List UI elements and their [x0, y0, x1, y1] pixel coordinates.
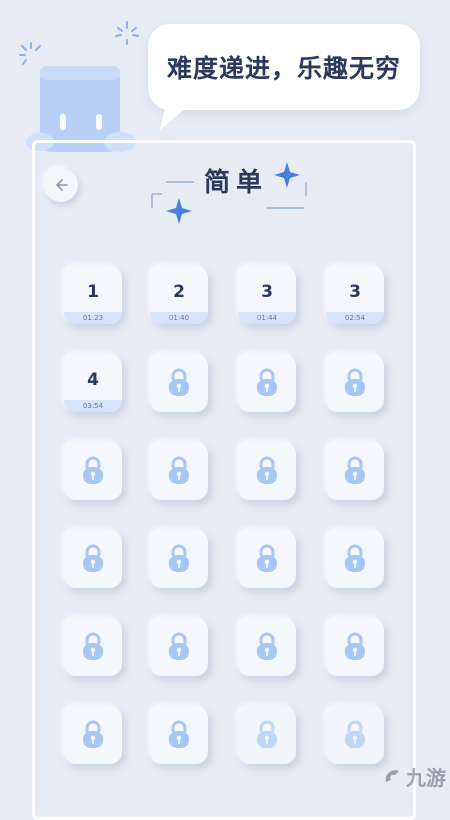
- level-time: 02:54: [326, 312, 384, 324]
- lock-icon: [345, 456, 365, 484]
- lock-icon: [169, 544, 189, 572]
- level-tile-faded: [238, 706, 296, 764]
- level-tile-locked[interactable]: [150, 618, 208, 676]
- level-tile-locked[interactable]: [238, 354, 296, 412]
- lock-icon: [345, 368, 365, 396]
- speech-bubble-tail: [160, 96, 200, 130]
- level-number: 4: [87, 370, 99, 390]
- watermark-text: 九游: [406, 766, 446, 790]
- lock-icon: [169, 456, 189, 484]
- lock-icon: [83, 456, 103, 484]
- level-tile-locked[interactable]: [64, 530, 122, 588]
- level-tile-faded: [326, 706, 384, 764]
- level-tile-locked[interactable]: [326, 354, 384, 412]
- level-tile-locked[interactable]: [64, 618, 122, 676]
- level-tile[interactable]: 1 01:23: [64, 266, 122, 324]
- level-tile-locked[interactable]: [238, 618, 296, 676]
- level-time: 03:54: [64, 400, 122, 412]
- bubble-text: 难度递进，乐趣无穷: [166, 54, 401, 83]
- level-number: 3: [349, 282, 361, 302]
- lock-icon: [169, 368, 189, 396]
- level-tile-locked[interactable]: [150, 442, 208, 500]
- lock-icon: [257, 456, 277, 484]
- level-time: 01:44: [238, 312, 296, 324]
- level-tile-locked[interactable]: [64, 706, 122, 764]
- lock-icon: [345, 544, 365, 572]
- level-tile-locked[interactable]: [326, 442, 384, 500]
- jiuyou-logo-icon: [385, 769, 399, 782]
- level-number: 3: [261, 282, 273, 302]
- lock-icon: [257, 368, 277, 396]
- back-button[interactable]: [44, 168, 78, 202]
- lock-icon: [345, 632, 365, 660]
- lock-icon: [169, 632, 189, 660]
- level-number: 2: [173, 282, 185, 302]
- level-tile-locked[interactable]: [150, 354, 208, 412]
- level-tile-locked[interactable]: [150, 530, 208, 588]
- burst-icon: [19, 42, 41, 65]
- level-tile-locked[interactable]: [64, 442, 122, 500]
- lock-icon: [257, 544, 277, 572]
- level-tile[interactable]: 4 03:54: [64, 354, 122, 412]
- lock-icon: [257, 632, 277, 660]
- arrow-left-icon: [56, 179, 68, 191]
- lock-icon: [169, 720, 189, 748]
- watermark: 九游: [382, 762, 446, 791]
- page-title: 简单: [203, 168, 268, 198]
- level-tile[interactable]: 3 02:54: [326, 266, 384, 324]
- level-tile[interactable]: 3 01:44: [238, 266, 296, 324]
- level-time: 01:23: [64, 312, 122, 324]
- lock-icon: [83, 544, 103, 572]
- level-time: 01:40: [150, 312, 208, 324]
- level-tile[interactable]: 2 01:40: [150, 266, 208, 324]
- level-tile-locked[interactable]: [326, 618, 384, 676]
- lock-icon: [83, 632, 103, 660]
- level-tile-locked[interactable]: [326, 530, 384, 588]
- level-tile-locked[interactable]: [150, 706, 208, 764]
- level-tile-locked[interactable]: [238, 530, 296, 588]
- lock-icon: [83, 720, 103, 748]
- level-number: 1: [87, 282, 99, 302]
- burst-icon: [115, 21, 139, 45]
- level-tile-locked[interactable]: [238, 442, 296, 500]
